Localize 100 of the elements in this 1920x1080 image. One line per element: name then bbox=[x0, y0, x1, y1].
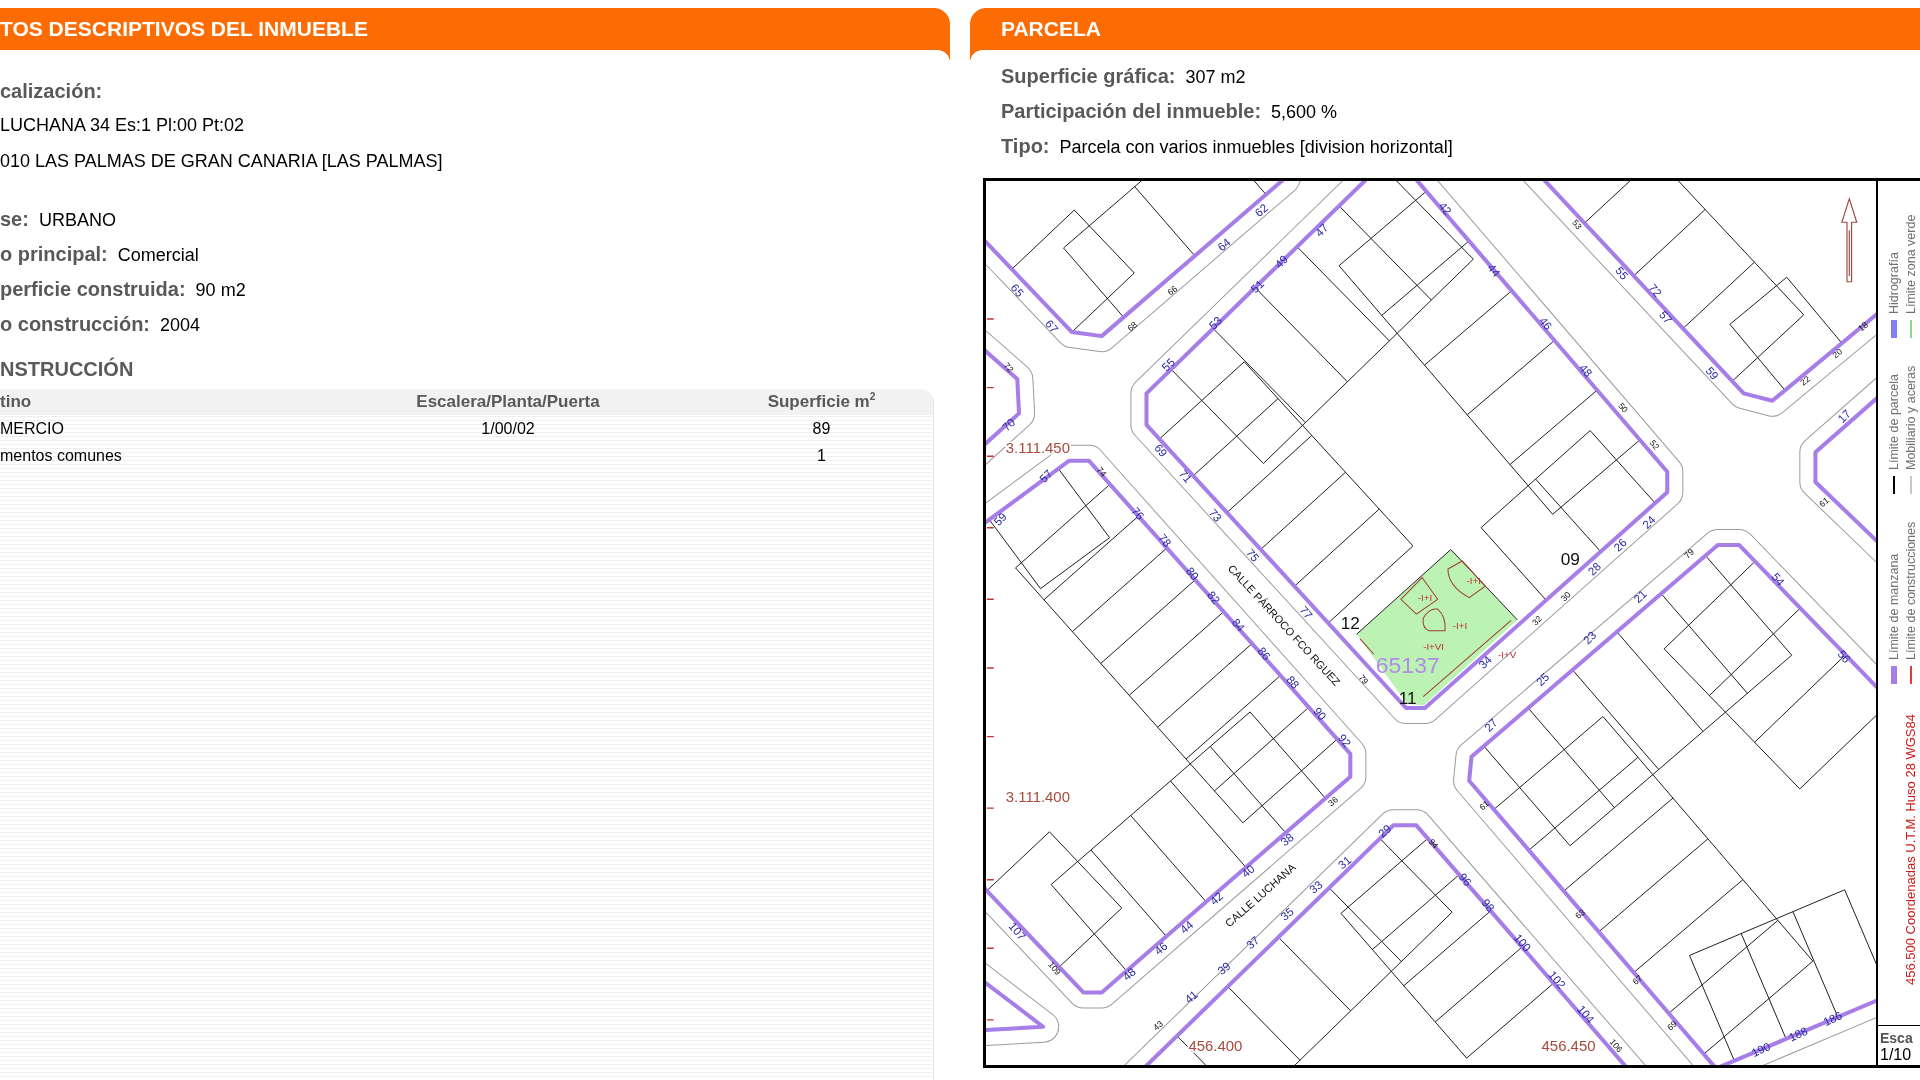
field-value: 90 m2 bbox=[195, 279, 246, 302]
house-number: 32 bbox=[1530, 613, 1544, 628]
floor-label: -I+I bbox=[1452, 619, 1468, 631]
house-number: 38 bbox=[1278, 830, 1296, 849]
house-number: 62 bbox=[1252, 201, 1271, 219]
house-number: 20 bbox=[1830, 346, 1845, 361]
house-number: 106 bbox=[1607, 1036, 1625, 1055]
house-number: 40 bbox=[1239, 862, 1257, 880]
house-number: 107 bbox=[1006, 920, 1029, 943]
house-number: 41 bbox=[1182, 988, 1201, 1006]
scale-label: Esca bbox=[1880, 1030, 1913, 1046]
house-number: 53 bbox=[1206, 314, 1225, 332]
house-number: 86 bbox=[1255, 644, 1273, 663]
house-number: 44 bbox=[1485, 261, 1503, 280]
coordinate-label: 3.111.400 bbox=[1005, 788, 1070, 805]
legend-label: Límite de parcela bbox=[1887, 373, 1902, 470]
house-number: 67 bbox=[1630, 972, 1645, 987]
coordinate-label: 3.111.450 bbox=[1005, 439, 1070, 456]
house-number: 61 bbox=[1817, 495, 1831, 509]
house-number: 48 bbox=[1577, 361, 1595, 380]
house-number: 43 bbox=[1151, 1018, 1165, 1033]
house-number: 46 bbox=[1536, 314, 1555, 333]
house-number: 82 bbox=[1204, 588, 1223, 607]
coordinate-label: 456.400 bbox=[1188, 1037, 1243, 1054]
house-number: 69 bbox=[1152, 441, 1170, 460]
house-number: 39 bbox=[1215, 959, 1233, 978]
house-number: 42 bbox=[1207, 889, 1226, 908]
column-header: Escalera/Planta/Puerta bbox=[416, 392, 600, 412]
house-number: 54 bbox=[1769, 570, 1787, 588]
house-number: 17 bbox=[1835, 407, 1853, 425]
house-number: 80 bbox=[1183, 564, 1202, 583]
scale-value: 1/10 bbox=[1880, 1046, 1912, 1063]
house-number: 190 bbox=[1749, 1040, 1773, 1060]
field-value: Comercial bbox=[117, 244, 199, 267]
block-number: 65137 bbox=[1375, 652, 1440, 679]
table-cell: 89 bbox=[812, 418, 831, 439]
house-number: 36 bbox=[1326, 794, 1340, 809]
table-cell: mentos comunes bbox=[0, 445, 122, 466]
house-number: 29 bbox=[1376, 822, 1394, 840]
house-number: 59 bbox=[991, 510, 1009, 528]
house-number: 98 bbox=[1479, 896, 1497, 915]
house-number: 109 bbox=[1046, 959, 1064, 978]
house-number: 104 bbox=[1575, 1003, 1597, 1026]
field-value: Parcela con varios inmuebles [division horizontal] bbox=[1059, 136, 1453, 159]
north-arrow-icon bbox=[1841, 198, 1858, 283]
house-number: 75 bbox=[1244, 546, 1262, 564]
house-number: 84 bbox=[1229, 616, 1248, 634]
house-number: 61 bbox=[1477, 798, 1491, 813]
section-subtitle: NSTRUCCIÓN bbox=[0, 356, 134, 382]
house-number: 57 bbox=[1037, 467, 1055, 486]
section-header: PARCELA bbox=[970, 8, 1920, 62]
address-line: LUCHANA 34 Es:1 Pl:00 Pt:02 bbox=[0, 114, 245, 137]
house-number: 55 bbox=[1159, 356, 1178, 374]
column-header: Superficie m$^{2}$ bbox=[767, 392, 876, 412]
house-number: 68 bbox=[1125, 319, 1139, 334]
house-number: 59 bbox=[1703, 364, 1721, 383]
field-label: o principal: bbox=[0, 242, 108, 267]
house-number: 25 bbox=[1533, 670, 1552, 689]
house-number: 100 bbox=[1511, 931, 1534, 954]
house-number: 46 bbox=[1152, 939, 1170, 957]
house-number: 21 bbox=[1631, 587, 1650, 606]
house-number: 72 bbox=[1001, 360, 1016, 375]
legend-label: Límite de manzana bbox=[1887, 553, 1902, 660]
house-number: 52 bbox=[1647, 437, 1662, 452]
house-number: 79 bbox=[1682, 546, 1696, 561]
house-number: 64 bbox=[1215, 235, 1233, 254]
plot-number: 09 bbox=[1560, 549, 1580, 570]
house-number: 44 bbox=[1177, 918, 1196, 936]
floor-label: -I+VI bbox=[1423, 641, 1444, 653]
house-number: 35 bbox=[1278, 905, 1296, 923]
house-number: 71 bbox=[1176, 467, 1195, 485]
house-number: 77 bbox=[1297, 603, 1315, 622]
house-number: 102 bbox=[1546, 968, 1568, 991]
house-number: 65 bbox=[1008, 281, 1026, 300]
house-number: 49 bbox=[1272, 253, 1291, 271]
house-number: 37 bbox=[1243, 933, 1262, 952]
field-label: se: bbox=[0, 207, 29, 232]
floor-label: -I+I bbox=[1466, 574, 1481, 586]
house-number: 88 bbox=[1284, 673, 1302, 691]
legend-label: Límite zona verde bbox=[1904, 214, 1919, 314]
table-cell: 1/00/02 bbox=[481, 418, 535, 439]
location-label: calización: bbox=[0, 79, 103, 104]
legend-label: Mobiliario y aceras bbox=[1904, 365, 1919, 470]
house-number: 74 bbox=[1094, 464, 1109, 479]
house-number: 57 bbox=[1656, 308, 1675, 326]
house-number: 22 bbox=[1798, 373, 1812, 388]
field-label: o construcción: bbox=[0, 312, 150, 337]
field-value: URBANO bbox=[38, 209, 116, 232]
plot-number: 12 bbox=[1340, 612, 1360, 633]
house-number: 79 bbox=[1356, 672, 1371, 687]
house-number: 42 bbox=[1436, 199, 1454, 218]
house-number: 69 bbox=[1665, 1018, 1679, 1033]
house-number: 28 bbox=[1585, 560, 1604, 578]
house-number: 33 bbox=[1307, 878, 1325, 896]
floor-label: -I+I bbox=[1417, 592, 1433, 604]
house-number: 30 bbox=[1558, 589, 1573, 604]
house-number: 47 bbox=[1312, 221, 1331, 239]
house-number: 96 bbox=[1456, 870, 1474, 889]
house-number: 53 bbox=[1570, 217, 1585, 232]
field-label: Participación del inmueble: bbox=[1001, 99, 1262, 124]
